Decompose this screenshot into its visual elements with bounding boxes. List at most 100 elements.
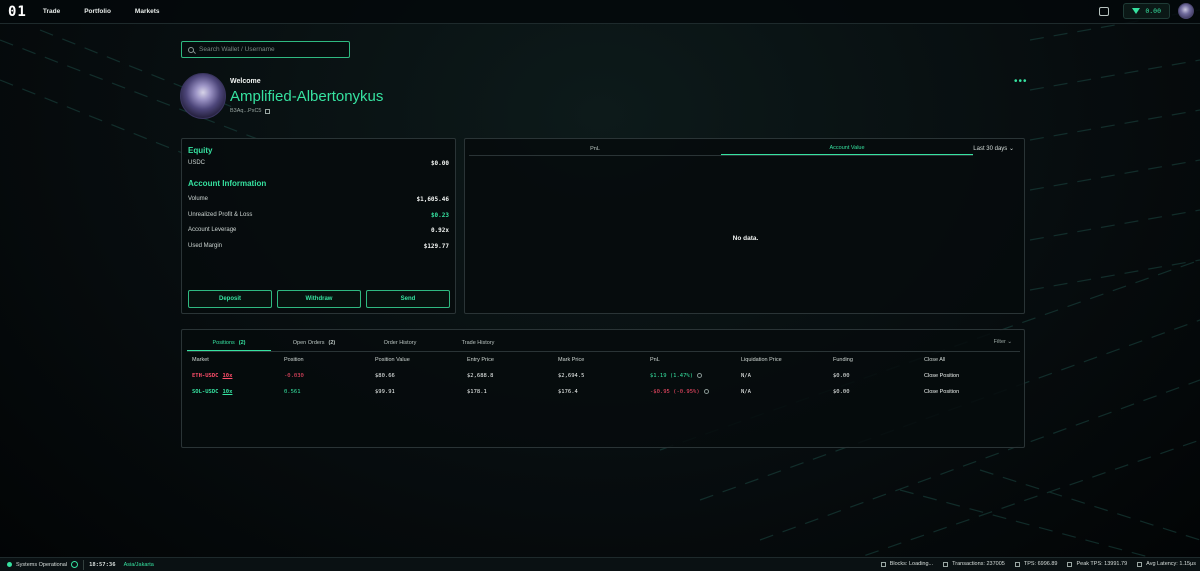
share-icon[interactable] xyxy=(697,373,703,378)
tab-positions[interactable]: Positions (2) xyxy=(187,335,271,351)
chart-icon xyxy=(1014,561,1020,567)
transactions-stat: Transactions: 237005 xyxy=(943,561,1005,567)
tps-stat: TPS: 6996.89 xyxy=(1014,561,1058,567)
close-position-button[interactable]: Close Position xyxy=(924,373,959,379)
tab-order-history[interactable]: Order History xyxy=(358,335,442,351)
wallet-address: B3Aq...PxC5 xyxy=(230,108,270,114)
used-margin-label: Used Margin xyxy=(188,243,223,249)
send-button[interactable]: Send xyxy=(366,290,450,308)
liquidation-price: N/A xyxy=(741,389,751,395)
range-select[interactable]: Last 30 days ⌄ xyxy=(973,145,1014,152)
close-all-button[interactable]: Close All xyxy=(924,357,945,363)
play-icon[interactable] xyxy=(71,561,79,568)
range-label: Last 30 days xyxy=(973,146,1008,152)
timezone-select[interactable]: Asia/Jakarta xyxy=(124,562,154,568)
pnl-value: $1.19 (1.47%) xyxy=(650,373,703,379)
column-header: Funding xyxy=(833,357,853,363)
account-leverage-label: Account Leverage xyxy=(188,227,237,233)
username: Amplified-Albertonykus xyxy=(230,88,384,105)
tab-open-orders-label: Open Orders xyxy=(292,340,325,346)
leverage-link[interactable]: 10x xyxy=(223,373,233,379)
mark-price: $2,694.5 xyxy=(558,373,585,379)
chat-icon[interactable] xyxy=(1099,6,1110,16)
profile-avatar xyxy=(180,73,226,119)
tab-divider xyxy=(187,351,1020,352)
pnl-value: -$0.95 (-0.95%) xyxy=(650,389,709,395)
column-header: Liquidation Price xyxy=(741,357,782,363)
table-row-market[interactable]: SOL-USDC 10x xyxy=(192,389,232,395)
divider xyxy=(83,559,85,570)
tps-text: TPS: 6996.89 xyxy=(1023,561,1058,567)
top-navigation: 01 Trade Portfolio Markets 0.00 xyxy=(0,0,1200,24)
table-row-market[interactable]: ETH-USDC 10x xyxy=(192,373,232,379)
used-margin-value: $129.77 xyxy=(423,243,449,250)
mark-price: $176.4 xyxy=(558,389,578,395)
balance-value: 0.00 xyxy=(1145,7,1161,15)
more-options-icon[interactable]: ••• xyxy=(1014,76,1028,87)
funding: $0.00 xyxy=(833,389,850,395)
market-name: SOL-USDC xyxy=(192,389,219,395)
positions-panel: Positions (2) Open Orders (2) Order Histor… xyxy=(181,329,1025,448)
transactions-text: Transactions: 237005 xyxy=(952,561,1005,567)
column-header: Mark Price xyxy=(558,357,585,363)
tab-pnl[interactable]: PnL xyxy=(469,142,721,155)
search-input[interactable]: Search Wallet / Username xyxy=(181,41,350,58)
pnl-text: -$0.95 (-0.95%) xyxy=(650,389,700,395)
filter-label: Filter xyxy=(993,339,1006,345)
status-bar: Systems Operational 18:57:36 Asia/Jakart… xyxy=(0,557,1200,571)
tab-trade-history[interactable]: Trade History xyxy=(436,335,520,351)
entry-price: $178.1 xyxy=(467,389,487,395)
position-value: $80.66 xyxy=(375,373,395,379)
peak-tps-text: Peak TPS: 13991.79 xyxy=(1076,561,1128,567)
column-header: Market xyxy=(192,357,209,363)
tab-divider xyxy=(469,155,973,156)
clock-time: 18:57:36 xyxy=(89,561,116,568)
network-stats: Blocks: Loading... Transactions: 237005 … xyxy=(871,561,1196,567)
clock-icon xyxy=(1137,561,1143,567)
withdraw-button[interactable]: Withdraw xyxy=(277,290,361,308)
welcome-label: Welcome xyxy=(230,78,261,85)
position-value: $99.91 xyxy=(375,389,395,395)
share-icon[interactable] xyxy=(703,389,709,394)
liquidation-price: N/A xyxy=(741,373,751,379)
leverage-link[interactable]: 10x xyxy=(223,389,233,395)
equity-usdc-label: USDC xyxy=(188,160,206,166)
equity-title: Equity xyxy=(188,146,213,155)
column-header: PnL xyxy=(650,357,660,363)
position-size: 0.561 xyxy=(284,389,301,395)
account-leverage-value: 0.92x xyxy=(430,227,449,234)
blocks-stat: Blocks: Loading... xyxy=(880,561,934,567)
volume-label: Volume xyxy=(188,196,209,202)
position-size: -0.030 xyxy=(284,373,304,379)
nav-item-markets[interactable]: Markets xyxy=(135,8,160,15)
upload-icon xyxy=(943,561,949,567)
user-avatar[interactable] xyxy=(1178,3,1194,19)
tab-open-orders-badge: (2) xyxy=(328,340,336,346)
status-indicator-icon xyxy=(7,562,12,567)
column-header: Position Value xyxy=(375,357,410,363)
tab-open-orders[interactable]: Open Orders (2) xyxy=(272,335,356,351)
balance-button[interactable]: 0.00 xyxy=(1123,3,1170,19)
tab-positions-badge: (2) xyxy=(238,339,246,346)
equity-usdc-value: $0.00 xyxy=(430,160,449,167)
close-position-button[interactable]: Close Position xyxy=(924,389,959,395)
trend-icon xyxy=(1067,561,1073,567)
unrealized-pnl-label: Unrealized Profit & Loss xyxy=(188,212,253,218)
deposit-button[interactable]: Deposit xyxy=(188,290,272,308)
funding: $0.00 xyxy=(833,373,850,379)
chevron-down-icon: ⌄ xyxy=(1008,146,1014,152)
unrealized-pnl-value: $0.23 xyxy=(430,212,449,219)
column-header: Entry Price xyxy=(467,357,494,363)
no-data-message: No data. xyxy=(732,235,759,242)
copy-icon[interactable] xyxy=(264,108,270,114)
nav-item-trade[interactable]: Trade xyxy=(43,8,60,15)
account-panel: Equity USDC $0.00 Account Information Vo… xyxy=(181,138,456,314)
chevron-down-icon: ⌄ xyxy=(1007,339,1012,345)
nav-item-portfolio[interactable]: Portfolio xyxy=(84,8,111,15)
blocks-text: Blocks: Loading... xyxy=(889,561,934,567)
blocks-icon xyxy=(880,561,886,567)
filter-button[interactable]: Filter ⌄ xyxy=(994,339,1012,345)
peak-tps-stat: Peak TPS: 13991.79 xyxy=(1067,561,1127,567)
tab-account-value[interactable]: Account Value xyxy=(721,142,973,155)
app-logo[interactable]: 01 xyxy=(8,4,27,20)
